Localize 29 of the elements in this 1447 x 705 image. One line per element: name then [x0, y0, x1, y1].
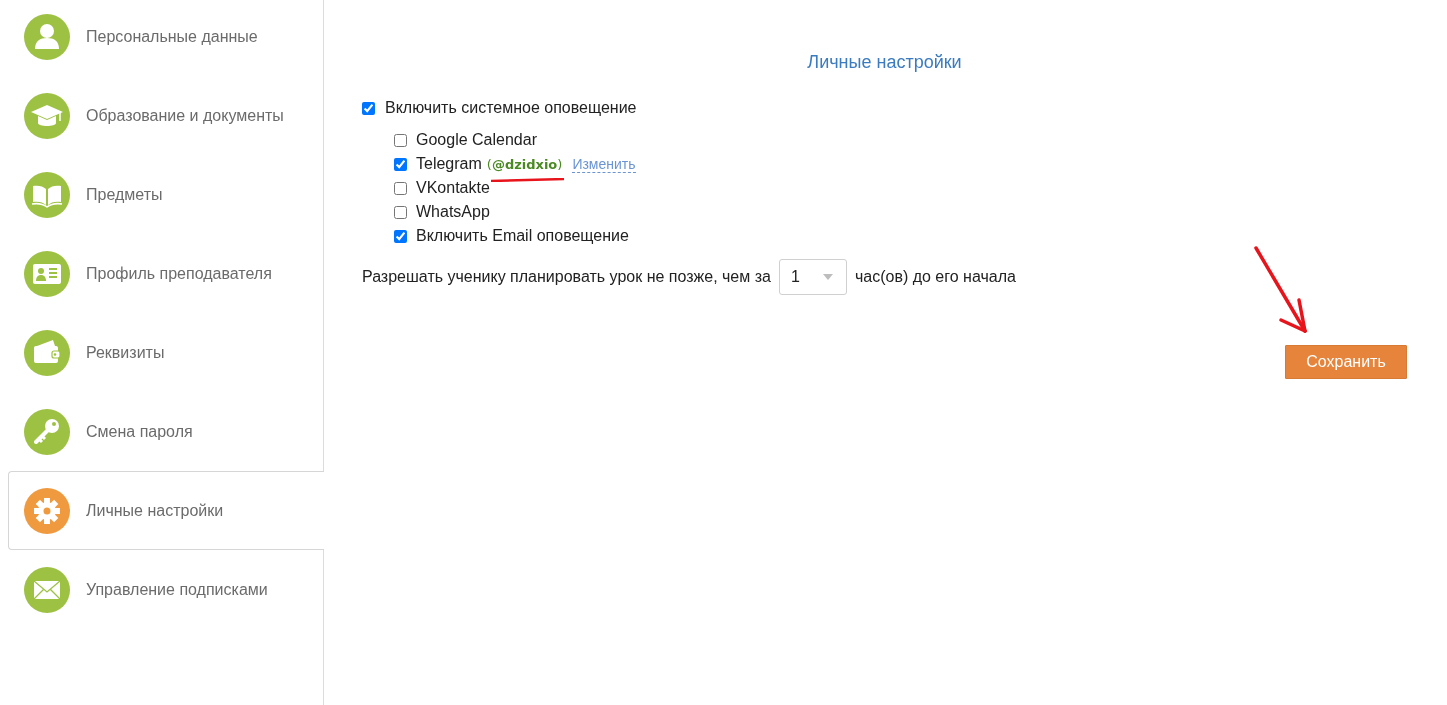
checkbox[interactable]	[362, 101, 375, 115]
page-title: Личные настройки	[806, 51, 963, 74]
checkbox[interactable]	[394, 181, 407, 195]
option-label: Telegram	[416, 154, 482, 174]
book-icon	[24, 171, 70, 218]
save-button[interactable]: Сохранить	[1285, 345, 1407, 379]
checkbox[interactable]	[394, 133, 407, 147]
checkbox[interactable]	[394, 157, 407, 171]
option-label: Включить системное оповещение	[385, 98, 637, 118]
envelope-icon	[24, 566, 70, 613]
change-link[interactable]: Изменить	[572, 155, 636, 173]
wallet-icon	[24, 329, 70, 376]
planning-suffix: час(ов) до его начала	[854, 267, 1016, 287]
sidebar-item[interactable]: Личные настройки	[8, 471, 324, 550]
key-icon	[24, 408, 70, 455]
option-label: WhatsApp	[416, 202, 490, 222]
caret-icon	[822, 274, 833, 280]
planning-label: Разрешать ученику планировать урок не позже, чем за	[362, 267, 771, 287]
checkbox[interactable]	[394, 229, 407, 243]
person-icon	[24, 13, 70, 60]
option-label: Google Calendar	[416, 130, 537, 150]
option-label: VKontakte	[416, 178, 490, 198]
graduation-cap-icon	[24, 92, 70, 139]
checkbox[interactable]	[394, 205, 407, 219]
option-label: Включить Email оповещение	[416, 226, 629, 246]
hours-select[interactable]: 1	[778, 259, 847, 295]
account-name: (@dzidxio)	[486, 157, 563, 172]
id-card-icon	[24, 250, 70, 297]
gear-icon	[24, 487, 70, 534]
